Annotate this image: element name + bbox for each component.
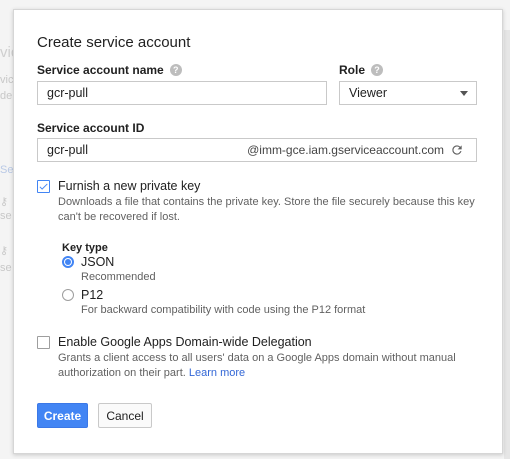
help-icon[interactable]: ?: [169, 64, 182, 76]
key-type-label: Key type: [62, 242, 108, 254]
service-account-name-label-text: Service account name: [37, 63, 164, 77]
domain-delegation-title: Enable Google Apps Domain-wide Delegatio…: [58, 335, 312, 349]
private-key-description: Downloads a file that contains the priva…: [58, 196, 475, 223]
service-account-name-value: gcr-pull: [47, 86, 88, 100]
dialog-title: Create service account: [37, 34, 191, 51]
service-account-name-label: Service account name ?: [37, 63, 182, 77]
key-type-json-label: JSON: [81, 255, 115, 269]
help-icon[interactable]: ?: [371, 64, 384, 76]
role-label-text: Role: [339, 63, 366, 77]
background-scrollbar: [504, 30, 510, 459]
key-type-json-radio[interactable]: [62, 256, 74, 268]
radio-selected-dot: [65, 259, 71, 265]
background-text-fragment: se: [0, 262, 12, 274]
domain-delegation-description: Grants a client access to all users' dat…: [58, 351, 478, 381]
private-key-title: Furnish a new private key: [58, 179, 201, 193]
chevron-down-icon: [460, 90, 468, 96]
service-account-id-label-text: Service account ID: [37, 121, 145, 135]
key-type-p12-description: For backward compatibility with code usi…: [81, 304, 366, 316]
service-account-id-input[interactable]: gcr-pull @imm-gce.iam.gserviceaccount.co…: [37, 138, 477, 162]
domain-delegation-checkbox[interactable]: [37, 336, 50, 349]
background-key-icon: ⚷: [0, 245, 9, 257]
domain-delegation-description-text: Grants a client access to all users' dat…: [58, 352, 456, 379]
key-type-p12-label: P12: [81, 288, 104, 302]
background-text-fragment: de: [0, 90, 13, 102]
key-type-p12-radio[interactable]: [62, 289, 74, 301]
key-type-json-description: Recommended: [81, 271, 156, 283]
service-account-id-value: gcr-pull: [47, 143, 88, 157]
service-account-domain: @imm-gce.iam.gserviceaccount.com: [247, 143, 464, 157]
background-text-fragment: vic: [0, 74, 14, 86]
background-key-icon: ⚷: [0, 196, 9, 208]
cancel-button[interactable]: Cancel: [98, 403, 152, 428]
learn-more-link[interactable]: Learn more: [189, 367, 245, 379]
role-select[interactable]: Viewer: [339, 81, 477, 105]
refresh-icon[interactable]: [450, 143, 464, 157]
create-service-account-dialog: Create service account Service account n…: [13, 9, 503, 454]
background-link-fragment: Se: [0, 164, 14, 176]
private-key-checkbox[interactable]: [37, 180, 50, 193]
background-text-fragment: se: [0, 210, 12, 222]
service-account-id-label: Service account ID: [37, 121, 144, 135]
service-account-domain-text: @imm-gce.iam.gserviceaccount.com: [247, 143, 444, 157]
service-account-name-input[interactable]: gcr-pull: [37, 81, 327, 105]
create-button[interactable]: Create: [37, 403, 88, 428]
checkmark-icon: [39, 183, 48, 190]
role-selected-value: Viewer: [349, 86, 387, 100]
role-label: Role ?: [339, 63, 384, 77]
